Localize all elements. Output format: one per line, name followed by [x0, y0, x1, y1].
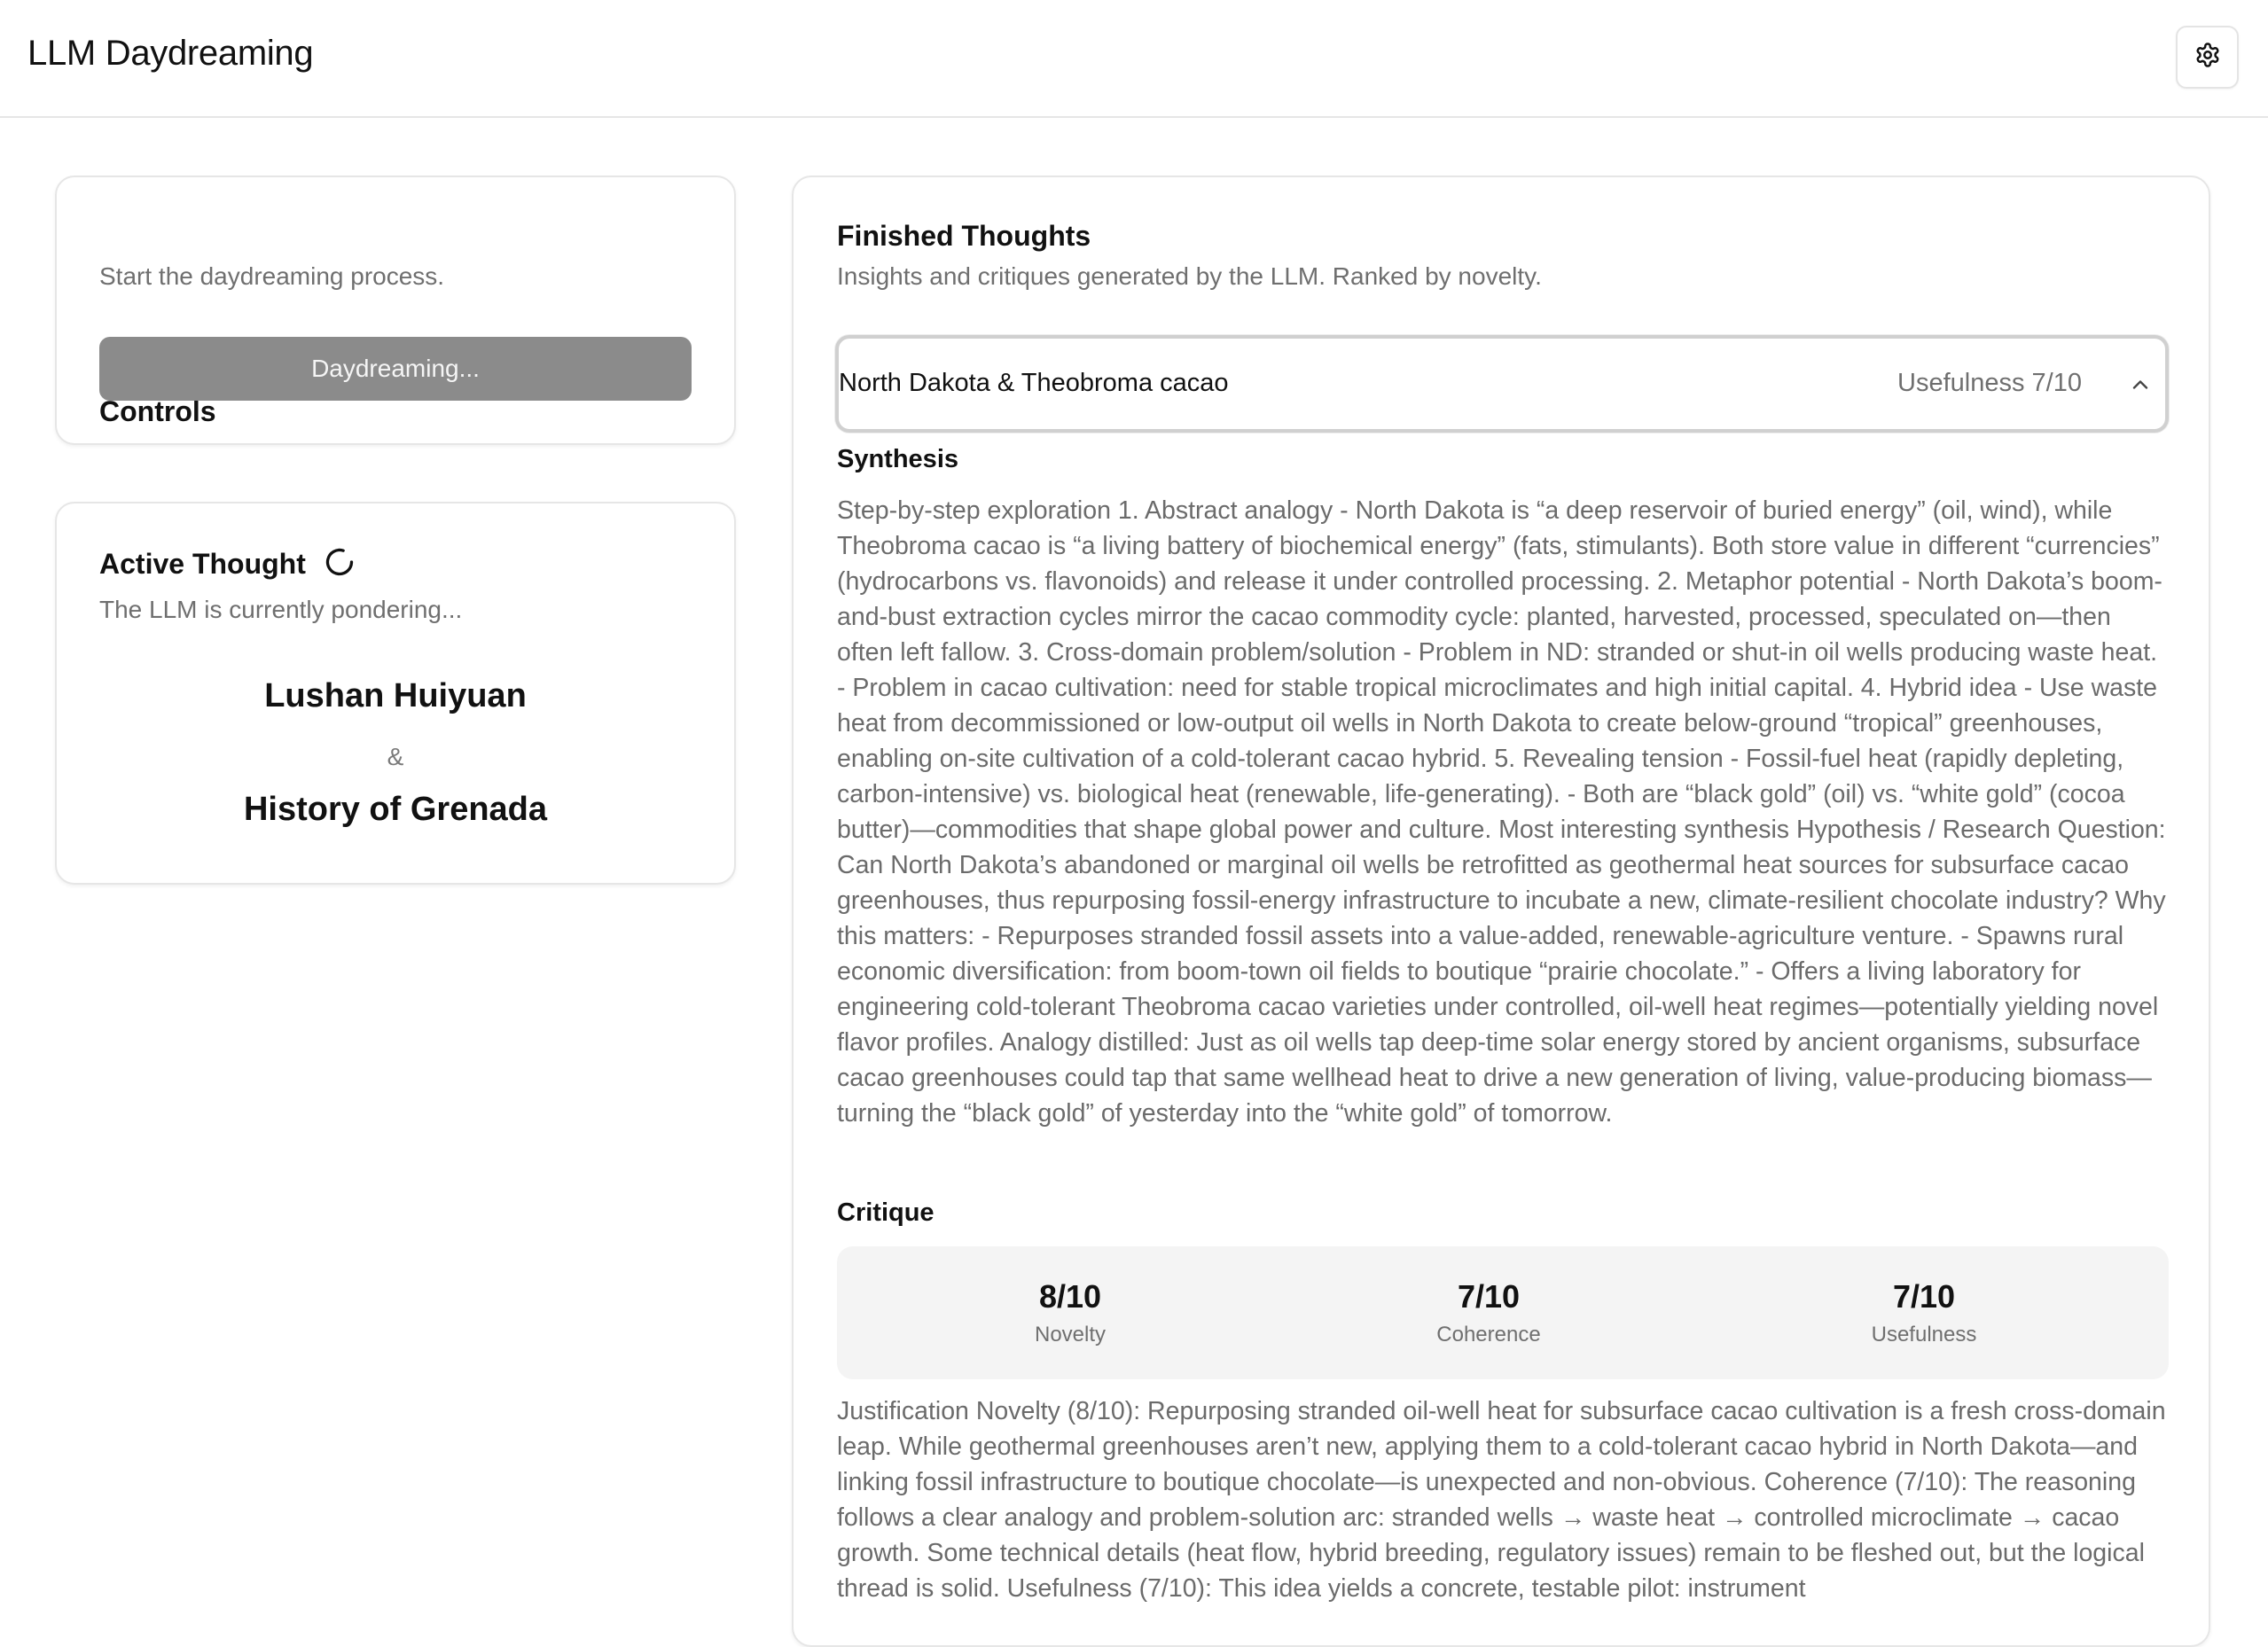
active-thought-header: Active Thought — [99, 546, 356, 582]
score-usefulness: 7/10 Usefulness — [1791, 1278, 2057, 1347]
active-thought-card: Active Thought The LLM is currently pond… — [55, 502, 736, 885]
concept-a: Lushan Huiyuan — [264, 677, 527, 714]
critique-label: Critique — [837, 1198, 935, 1227]
score-value: 8/10 — [1038, 1278, 1102, 1315]
active-thought-title: Active Thought — [99, 548, 306, 580]
controls-card: Controls Start the daydreaming process. … — [55, 176, 736, 445]
spinner-icon — [324, 546, 356, 582]
score-value: 7/10 — [1457, 1278, 1521, 1315]
score-label: Novelty — [1034, 1323, 1107, 1346]
concept-connector: & — [387, 743, 404, 770]
score-novelty: 8/10 Novelty — [937, 1278, 1203, 1347]
justification-text: Justification Novelty (8/10): Repurposin… — [837, 1397, 2166, 1603]
synthesis-text: Step-by-step exploration 1. Abstract ana… — [837, 496, 2166, 1128]
score-value: 7/10 — [1892, 1278, 1956, 1315]
settings-button[interactable] — [2176, 26, 2239, 89]
top-bar: LLM Daydreaming — [0, 0, 2268, 118]
score-label: Coherence — [1436, 1323, 1541, 1346]
app-title: LLM Daydreaming — [27, 34, 314, 73]
thought-topic: North Dakota & Theobroma cacao — [839, 369, 1229, 397]
thought-accordion-trigger[interactable]: North Dakota & Theobroma cacao Usefulnes… — [835, 335, 2169, 433]
finished-thoughts-card: Finished Thoughts Insights and critiques… — [792, 176, 2210, 1647]
score-coherence: 7/10 Coherence — [1356, 1278, 1622, 1347]
active-thought-subtitle: The LLM is currently pondering... — [99, 596, 463, 623]
finished-thoughts-title: Finished Thoughts — [837, 220, 1091, 252]
thought-usefulness: Usefulness 7/10 — [1897, 369, 2082, 397]
controls-subtitle: Start the daydreaming process. — [99, 262, 445, 290]
critique-scores: 8/10 Novelty 7/10 Coherence 7/10 Usefuln… — [837, 1246, 2169, 1379]
daydreaming-button[interactable]: Daydreaming... — [99, 337, 692, 401]
concept-b: History of Grenada — [243, 791, 548, 828]
finished-thoughts-subtitle: Insights and critiques generated by the … — [837, 262, 1542, 290]
synthesis-label: Synthesis — [837, 445, 958, 473]
score-label: Usefulness — [1871, 1323, 1977, 1346]
gear-icon — [2194, 42, 2221, 73]
chevron-up-icon — [2128, 372, 2153, 397]
